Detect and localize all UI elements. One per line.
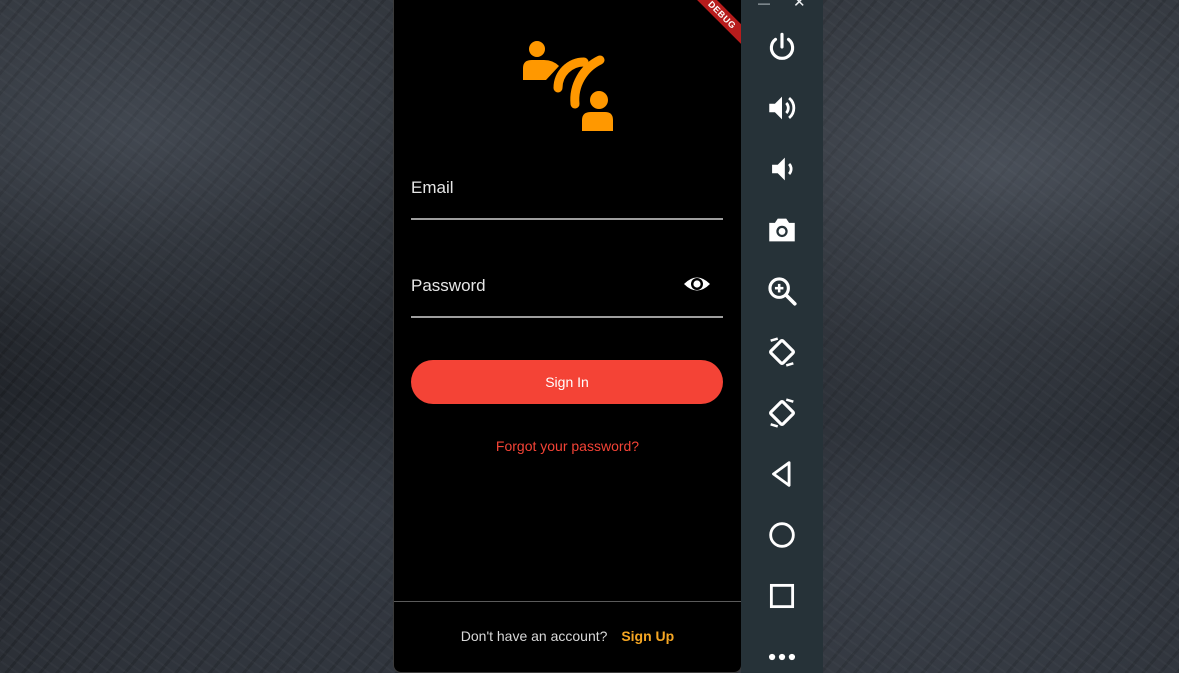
home-button[interactable] — [762, 515, 802, 555]
rotate-left-button[interactable] — [762, 332, 802, 372]
email-label: Email — [411, 178, 454, 197]
sign-in-button[interactable]: Sign In — [411, 360, 723, 404]
volume-down-button[interactable] — [762, 149, 802, 189]
overview-button[interactable] — [762, 576, 802, 616]
back-button[interactable] — [762, 454, 802, 494]
signup-footer: Don't have an account? Sign Up — [394, 628, 741, 644]
zoom-button[interactable] — [762, 271, 802, 311]
screenshot-button[interactable] — [762, 210, 802, 250]
more-icon — [768, 653, 796, 661]
window-controls: — ✕ — [741, 0, 823, 12]
rotate-right-icon — [769, 398, 795, 428]
volume-up-button[interactable] — [762, 88, 802, 128]
footer-text: Don't have an account? — [460, 628, 608, 644]
zoom-in-icon — [768, 277, 797, 306]
volume-up-icon — [769, 96, 796, 120]
eye-icon[interactable] — [683, 272, 711, 296]
rotate-right-button[interactable] — [762, 393, 802, 433]
debug-banner: DEBUG — [678, 0, 741, 59]
password-label: Password — [411, 276, 486, 295]
sign-up-link[interactable]: Sign Up — [621, 628, 674, 644]
home-icon — [769, 522, 795, 548]
email-field[interactable]: Email — [411, 172, 723, 220]
footer-divider — [394, 601, 741, 602]
phone-screen: DEBUG Email Password Sign In Forgot your… — [393, 0, 742, 673]
power-button[interactable] — [762, 27, 802, 67]
volume-down-icon — [772, 157, 793, 181]
camera-icon — [769, 218, 795, 242]
app-logo-icon — [523, 41, 613, 131]
back-icon — [772, 461, 791, 487]
forgot-password-link[interactable]: Forgot your password? — [394, 438, 741, 454]
power-icon — [769, 32, 795, 60]
overview-icon — [769, 583, 795, 609]
emulator-toolbar: — ✕ — [741, 0, 823, 673]
rotate-left-icon — [769, 337, 795, 367]
more-button[interactable] — [762, 637, 802, 677]
minimize-icon[interactable]: — — [758, 0, 770, 10]
password-field[interactable]: Password — [411, 270, 723, 318]
close-icon[interactable]: ✕ — [793, 0, 807, 10]
